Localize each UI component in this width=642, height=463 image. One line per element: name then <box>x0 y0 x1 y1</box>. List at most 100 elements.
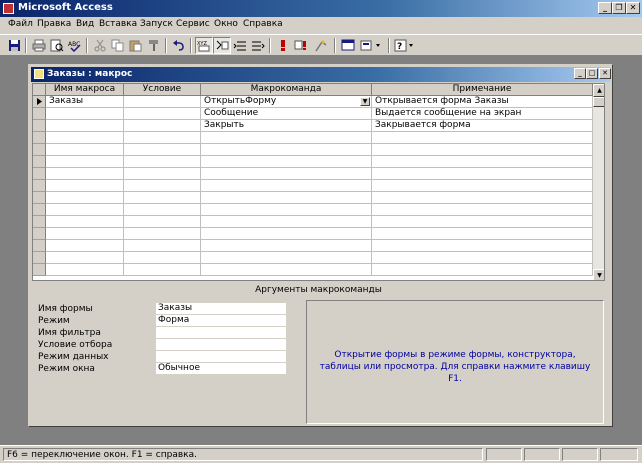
cell-macro-name[interactable] <box>46 264 124 276</box>
menu-insert[interactable]: Вставка <box>99 19 137 29</box>
cell-action[interactable] <box>201 228 372 240</box>
delete-rows-icon[interactable] <box>249 37 267 54</box>
cell-condition[interactable] <box>124 156 201 168</box>
cell-macro-name[interactable] <box>46 180 124 192</box>
cell-action[interactable] <box>201 252 372 264</box>
row-selector[interactable] <box>33 144 46 156</box>
cell-macro-name[interactable] <box>46 156 124 168</box>
cell-condition[interactable] <box>124 132 201 144</box>
access-app-icon[interactable] <box>3 3 14 14</box>
row-selector[interactable] <box>33 108 46 120</box>
cell-macro-name[interactable] <box>46 132 124 144</box>
undo-icon[interactable] <box>170 37 188 54</box>
cell-condition[interactable] <box>124 120 201 132</box>
cell-macro-name[interactable]: Заказы <box>46 96 124 108</box>
cell-action[interactable] <box>201 216 372 228</box>
cell-condition[interactable] <box>124 96 201 108</box>
cell-macro-name[interactable] <box>46 144 124 156</box>
cell-condition[interactable] <box>124 144 201 156</box>
cut-icon[interactable] <box>91 37 109 54</box>
cell-action[interactable] <box>201 180 372 192</box>
cell-action[interactable] <box>201 204 372 216</box>
cell-comment[interactable]: Открывается форма Заказы <box>372 96 593 108</box>
cell-comment[interactable] <box>372 240 593 252</box>
menu-help[interactable]: Справка <box>243 19 283 29</box>
cell-condition[interactable] <box>124 216 201 228</box>
menu-window[interactable]: Окно <box>214 19 238 29</box>
cell-condition[interactable] <box>124 168 201 180</box>
cell-macro-name[interactable] <box>46 120 124 132</box>
cell-comment[interactable] <box>372 192 593 204</box>
save-icon[interactable] <box>5 37 23 54</box>
help-icon[interactable]: ? <box>393 37 417 54</box>
cell-action[interactable] <box>201 132 372 144</box>
cell-comment[interactable]: Выдается сообщение на экран <box>372 108 593 120</box>
macro-window-title-bar[interactable]: Заказы : макрос _ □ ✕ <box>31 67 611 82</box>
column-header-macro-name[interactable]: Имя макроса <box>46 84 124 96</box>
database-window-icon[interactable] <box>339 37 357 54</box>
cell-macro-name[interactable] <box>46 204 124 216</box>
cell-action[interactable] <box>201 240 372 252</box>
arg-field-form-name[interactable]: Заказы <box>156 303 286 315</box>
cell-condition[interactable] <box>124 108 201 120</box>
cell-condition[interactable] <box>124 228 201 240</box>
arg-field-view[interactable]: Форма <box>156 315 286 327</box>
cell-macro-name[interactable] <box>46 240 124 252</box>
chevron-down-icon[interactable]: ▼ <box>360 97 370 106</box>
cell-macro-name[interactable] <box>46 216 124 228</box>
cell-condition[interactable] <box>124 240 201 252</box>
cell-condition[interactable] <box>124 264 201 276</box>
app-minimize-button[interactable]: _ <box>598 2 612 14</box>
insert-rows-icon[interactable] <box>231 37 249 54</box>
app-close-button[interactable]: ✕ <box>626 2 640 14</box>
cell-action[interactable]: Сообщение <box>201 108 372 120</box>
cell-comment[interactable] <box>372 156 593 168</box>
app-restore-button[interactable]: ❐ <box>612 2 626 14</box>
menu-file[interactable]: Файл <box>8 19 33 29</box>
single-step-icon[interactable] <box>292 37 310 54</box>
cell-comment[interactable] <box>372 168 593 180</box>
arg-field-data-mode[interactable] <box>156 351 286 363</box>
cell-action[interactable] <box>201 168 372 180</box>
row-selector[interactable] <box>33 156 46 168</box>
cell-comment[interactable] <box>372 204 593 216</box>
row-selector[interactable] <box>33 228 46 240</box>
menu-edit[interactable]: Правка <box>37 19 71 29</box>
menu-view[interactable]: Вид <box>76 19 94 29</box>
paste-icon[interactable] <box>127 37 145 54</box>
cell-macro-name[interactable] <box>46 252 124 264</box>
row-selector[interactable] <box>33 240 46 252</box>
new-object-icon[interactable] <box>359 37 385 54</box>
conditions-icon[interactable] <box>213 37 231 54</box>
spelling-icon[interactable]: ABC <box>66 37 84 54</box>
format-painter-icon[interactable] <box>145 37 163 54</box>
row-selector[interactable] <box>33 264 46 276</box>
macro-names-icon[interactable]: XYZ <box>195 37 213 54</box>
run-icon[interactable] <box>274 37 292 54</box>
menu-run[interactable]: Запуск <box>140 19 173 29</box>
build-icon[interactable] <box>312 37 330 54</box>
row-selector[interactable] <box>33 216 46 228</box>
cell-comment[interactable] <box>372 228 593 240</box>
print-preview-icon[interactable] <box>48 37 66 54</box>
menu-tools[interactable]: Сервис <box>176 19 210 29</box>
cell-condition[interactable] <box>124 252 201 264</box>
copy-icon[interactable] <box>109 37 127 54</box>
row-selector[interactable] <box>33 204 46 216</box>
grid-vertical-scrollbar[interactable]: ▲ ▼ <box>593 84 604 280</box>
macro-icon[interactable] <box>34 69 44 79</box>
cell-action[interactable] <box>201 144 372 156</box>
arg-field-window-mode[interactable]: Обычное <box>156 363 286 375</box>
print-icon[interactable] <box>30 37 48 54</box>
scroll-thumb[interactable] <box>593 97 604 107</box>
cell-macro-name[interactable] <box>46 168 124 180</box>
cell-macro-name[interactable] <box>46 108 124 120</box>
window-close-button[interactable]: ✕ <box>599 68 611 79</box>
scroll-down-button[interactable]: ▼ <box>593 269 604 280</box>
cell-action[interactable] <box>201 156 372 168</box>
row-selector[interactable] <box>33 120 46 132</box>
cell-comment[interactable] <box>372 144 593 156</box>
cell-macro-name[interactable] <box>46 192 124 204</box>
cell-comment[interactable]: Закрывается форма <box>372 120 593 132</box>
cell-condition[interactable] <box>124 204 201 216</box>
